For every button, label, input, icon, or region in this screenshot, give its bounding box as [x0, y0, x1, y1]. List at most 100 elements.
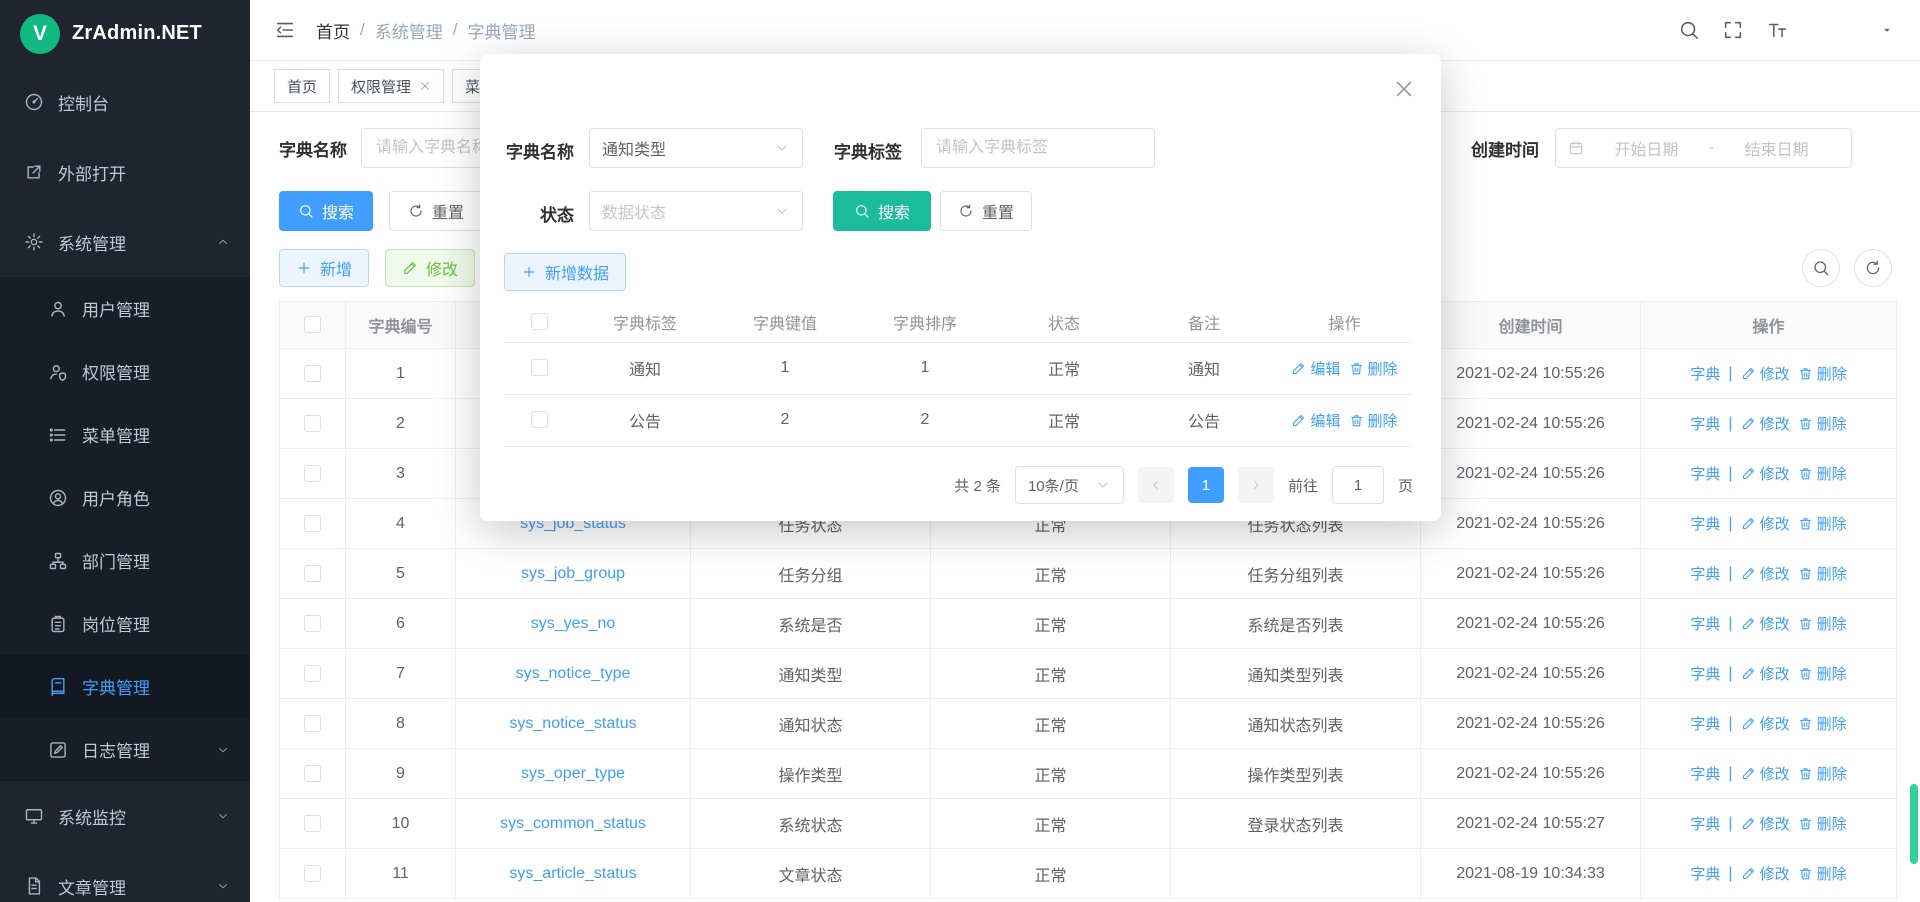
- sidebar-item-menu[interactable]: 菜单管理: [0, 403, 250, 466]
- dict-detail-link[interactable]: 字典: [1690, 713, 1720, 734]
- sidebar-item-external[interactable]: 外部打开: [0, 137, 250, 207]
- dict-detail-link[interactable]: 字典: [1690, 413, 1720, 434]
- dict-type-link[interactable]: sys_oper_type: [521, 765, 625, 783]
- row-checkbox[interactable]: [304, 665, 321, 682]
- dict-detail-link[interactable]: 字典: [1690, 813, 1720, 834]
- row-checkbox[interactable]: [304, 465, 321, 482]
- table-refresh-button[interactable]: [1854, 249, 1892, 287]
- edit-link[interactable]: 修改: [1741, 413, 1790, 434]
- dialog-status-select[interactable]: 数据状态: [589, 191, 803, 231]
- row-checkbox[interactable]: [304, 515, 321, 532]
- prev-page-button[interactable]: [1138, 467, 1174, 503]
- dict-detail-link[interactable]: 字典: [1690, 663, 1720, 684]
- row-checkbox[interactable]: [531, 411, 548, 428]
- delete-link[interactable]: 删除: [1798, 713, 1847, 734]
- dict-detail-link[interactable]: 字典: [1690, 763, 1720, 784]
- delete-link[interactable]: 删除: [1798, 663, 1847, 684]
- sidebar-item-console[interactable]: 控制台: [0, 67, 250, 137]
- dict-type-link[interactable]: sys_job_group: [521, 565, 625, 583]
- dict-detail-link[interactable]: 字典: [1690, 513, 1720, 534]
- row-checkbox[interactable]: [304, 565, 321, 582]
- sidebar-item-dept[interactable]: 部门管理: [0, 529, 250, 592]
- edit-link[interactable]: 修改: [1741, 563, 1790, 584]
- row-checkbox[interactable]: [531, 359, 548, 376]
- delete-link[interactable]: 删除: [1798, 413, 1847, 434]
- page-size-select[interactable]: 10条/页: [1015, 466, 1124, 504]
- edit-link[interactable]: 修改: [1741, 363, 1790, 384]
- sidebar-item-article[interactable]: 文章管理: [0, 851, 250, 902]
- breadcrumb-item[interactable]: 首页: [316, 18, 350, 43]
- edit-link[interactable]: 修改: [1741, 663, 1790, 684]
- sidebar-item-role[interactable]: 用户角色: [0, 466, 250, 529]
- dict-detail-link[interactable]: 字典: [1690, 363, 1720, 384]
- edit-link[interactable]: 修改: [1741, 763, 1790, 784]
- row-checkbox[interactable]: [304, 815, 321, 832]
- dialog-reset-button[interactable]: 重置: [940, 191, 1032, 231]
- edit-link[interactable]: 修改: [1741, 713, 1790, 734]
- sidebar-item-system[interactable]: 系统管理: [0, 207, 250, 277]
- delete-link[interactable]: 删除: [1798, 763, 1847, 784]
- edit-link[interactable]: 修改: [1741, 613, 1790, 634]
- tab-1[interactable]: 权限管理: [338, 69, 444, 103]
- search-button[interactable]: 搜索: [279, 191, 373, 231]
- fullscreen-button[interactable]: [1722, 19, 1744, 41]
- dict-type-link[interactable]: sys_common_status: [500, 815, 646, 833]
- reset-button[interactable]: 重置: [389, 191, 483, 231]
- goto-page-input[interactable]: [1332, 466, 1384, 504]
- dict-type-link[interactable]: sys_notice_type: [516, 665, 631, 683]
- dialog-search-button[interactable]: 搜索: [833, 191, 931, 231]
- dict-detail-link[interactable]: 字典: [1690, 463, 1720, 484]
- edit-link[interactable]: 修改: [1741, 513, 1790, 534]
- sidebar-item-log[interactable]: 日志管理: [0, 718, 250, 781]
- delete-link[interactable]: 删除: [1798, 613, 1847, 634]
- tab-0[interactable]: 首页: [274, 69, 330, 103]
- close-icon[interactable]: [1393, 78, 1415, 100]
- sidebar-item-dict[interactable]: 字典管理: [0, 655, 250, 718]
- edit-link[interactable]: 修改: [1741, 463, 1790, 484]
- item-delete-link[interactable]: 删除: [1349, 358, 1398, 379]
- select-all-checkbox[interactable]: [531, 313, 548, 330]
- delete-link[interactable]: 删除: [1798, 363, 1847, 384]
- menu-collapse-button[interactable]: [274, 19, 296, 41]
- edit-link[interactable]: 修改: [1741, 863, 1790, 884]
- delete-link[interactable]: 删除: [1798, 813, 1847, 834]
- breadcrumb-item[interactable]: 系统管理: [375, 18, 443, 43]
- dict-detail-link[interactable]: 字典: [1690, 563, 1720, 584]
- scrollbar-thumb[interactable]: [1910, 784, 1918, 864]
- edit-link[interactable]: 修改: [1741, 813, 1790, 834]
- sidebar-item-post[interactable]: 岗位管理: [0, 592, 250, 655]
- sidebar-item-permission[interactable]: 权限管理: [0, 340, 250, 403]
- edit-button[interactable]: 修改: [385, 249, 475, 287]
- select-all-checkbox[interactable]: [304, 316, 321, 333]
- row-checkbox[interactable]: [304, 615, 321, 632]
- avatar[interactable]: [1810, 6, 1858, 54]
- next-page-button[interactable]: [1238, 467, 1274, 503]
- dialog-dict-name-select[interactable]: 通知类型: [589, 128, 803, 168]
- delete-link[interactable]: 删除: [1798, 863, 1847, 884]
- delete-link[interactable]: 删除: [1798, 513, 1847, 534]
- row-checkbox[interactable]: [304, 415, 321, 432]
- row-checkbox[interactable]: [304, 365, 321, 382]
- user-menu-caret[interactable]: [1880, 23, 1894, 37]
- header-search-button[interactable]: [1678, 19, 1700, 41]
- row-checkbox[interactable]: [304, 765, 321, 782]
- add-button[interactable]: 新增: [279, 249, 369, 287]
- table-search-toggle-button[interactable]: [1802, 249, 1840, 287]
- item-delete-link[interactable]: 删除: [1349, 410, 1398, 431]
- dict-label-input[interactable]: [921, 128, 1155, 168]
- row-checkbox[interactable]: [304, 865, 321, 882]
- dict-detail-link[interactable]: 字典: [1690, 863, 1720, 884]
- add-data-button[interactable]: 新增数据: [504, 253, 626, 291]
- sidebar-item-user[interactable]: 用户管理: [0, 277, 250, 340]
- date-range-picker[interactable]: 开始日期 - 结束日期: [1555, 128, 1852, 168]
- sidebar-item-monitor[interactable]: 系统监控: [0, 781, 250, 851]
- tab-close-icon[interactable]: [419, 80, 431, 92]
- dict-type-link[interactable]: sys_notice_status: [509, 715, 636, 733]
- dict-type-link[interactable]: sys_article_status: [509, 865, 636, 883]
- item-edit-link[interactable]: 编辑: [1291, 410, 1340, 431]
- page-number-button[interactable]: 1: [1188, 467, 1224, 503]
- row-checkbox[interactable]: [304, 715, 321, 732]
- font-size-button[interactable]: [1766, 19, 1788, 41]
- item-edit-link[interactable]: 编辑: [1291, 358, 1340, 379]
- dict-detail-link[interactable]: 字典: [1690, 613, 1720, 634]
